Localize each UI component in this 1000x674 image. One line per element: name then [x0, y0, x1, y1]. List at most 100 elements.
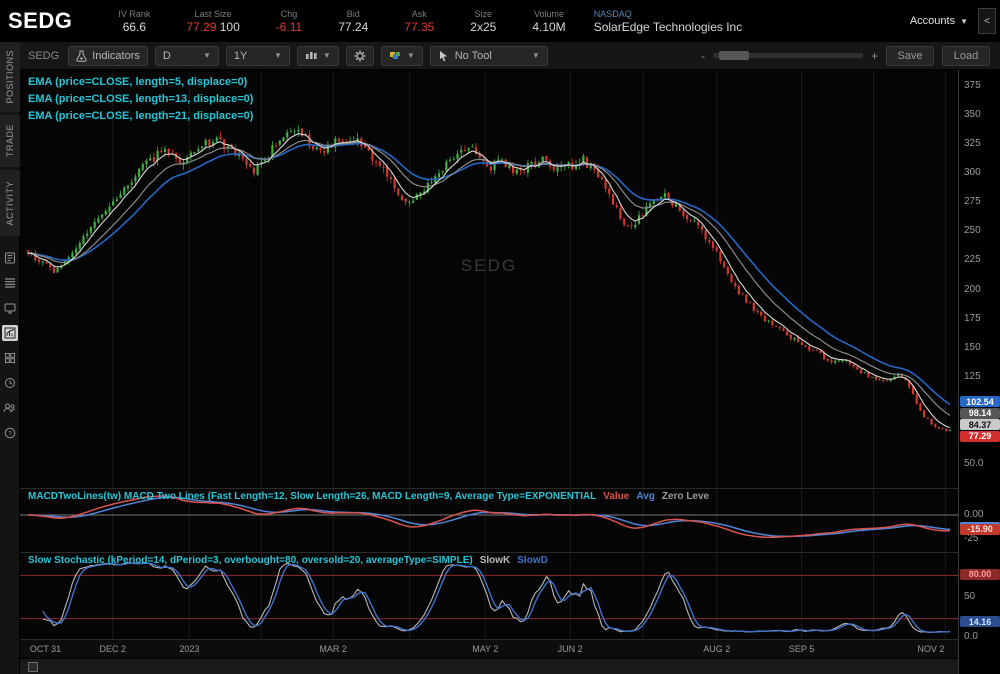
drawing-tool-dropdown[interactable]: No Tool ▼ — [430, 46, 548, 66]
monitor-icon[interactable] — [2, 300, 18, 316]
stochastic-study-label: Slow Stochastic (kPeriod=14, dPeriod=3, … — [28, 555, 548, 566]
sidebar-tab-trade[interactable]: TRADE — [0, 115, 20, 167]
price-tick: 225 — [964, 254, 981, 265]
stoch-legend-slowk: SlowK — [480, 555, 511, 566]
time-tick: MAY 2 — [472, 644, 498, 654]
quote-header: SEDG IV Rank66.6 Last Size77.29 100 Chg-6.… — [0, 0, 1000, 42]
trading-platform-window: SEDG IV Rank66.6 Last Size77.29 100 Chg-6.… — [0, 0, 1000, 674]
macd-legend-value: Value — [603, 491, 629, 502]
aggregation-dropdown[interactable]: D▼ — [155, 46, 219, 66]
price-tick: 275 — [964, 196, 981, 207]
macd-legend-zero: Zero Leve — [662, 491, 709, 502]
symbol-watermark: SEDG — [461, 256, 517, 276]
chart-settings-button[interactable] — [346, 46, 374, 66]
accounts-dropdown[interactable]: Accounts ▼ — [910, 15, 968, 27]
stoch-slowd-bubble: 14.16 — [960, 616, 1000, 627]
chevron-down-icon: ▼ — [203, 51, 211, 60]
stoch-legend-slowd: SlowD — [517, 555, 548, 566]
list-icon[interactable] — [2, 275, 18, 291]
time-axis[interactable]: OCT 31 DEC 2 2023 MAR 2 MAY 2 JUN 2 AUG 2 SEP 5… — [20, 639, 958, 658]
price-chart-area[interactable]: EMA (price=CLOSE, length=5, displace=0) … — [20, 70, 958, 488]
quote-stat-volume: Volume4.10M — [532, 8, 565, 34]
stoch-overbought-bubble: 80.00 — [960, 569, 1000, 580]
zoom-in-button[interactable]: + — [871, 49, 878, 63]
zoom-slider-handle[interactable] — [719, 51, 749, 60]
price-tick: 50.0 — [964, 458, 983, 469]
price-tick: 125 — [964, 371, 981, 382]
sidebar-tab-positions[interactable]: POSITIONS — [0, 42, 20, 112]
macd-value-bubble: -15.90 — [960, 524, 1000, 535]
price-bubble: 102.54 — [960, 396, 1000, 407]
time-tick: JUN 2 — [558, 644, 583, 654]
indicators-button[interactable]: Indicators — [68, 46, 148, 66]
history-clock-icon[interactable] — [2, 375, 18, 391]
quote-stat-chg: Chg-6.11 — [276, 8, 302, 34]
quote-stat-iv-rank: IV Rank66.6 — [118, 8, 150, 34]
time-tick: AUG 2 — [703, 644, 730, 654]
macd-legend-avg: Avg — [636, 491, 655, 502]
collapse-panel-button[interactable]: < — [978, 8, 996, 34]
macd-zero-tick: 0.00 — [964, 509, 983, 520]
quote-stat-ask: Ask77.35 — [404, 8, 434, 34]
price-tick: 300 — [964, 167, 981, 178]
stochastic-study-panel[interactable]: Slow Stochastic (kPeriod=14, dPeriod=3, … — [20, 552, 958, 639]
chart-icon[interactable] — [2, 325, 18, 341]
chevron-down-icon: ▼ — [274, 51, 282, 60]
macd-study-label: MACDTwoLines(tw) MACD Two Lines (Fast Le… — [28, 491, 709, 502]
left-sidebar: POSITIONS TRADE ACTIVITY ? — [0, 42, 20, 674]
quote-stat-size: Size2x25 — [470, 8, 496, 34]
range-dropdown[interactable]: 1Y▼ — [226, 46, 290, 66]
chevron-down-icon: ▼ — [407, 51, 415, 60]
price-tick: 200 — [964, 284, 981, 295]
save-button[interactable]: Save — [886, 46, 934, 66]
chart-type-dropdown[interactable]: ▼ — [297, 46, 339, 66]
stoch-low-tick: 0.0 — [964, 631, 978, 642]
help-icon[interactable]: ? — [2, 425, 18, 441]
price-tick: 375 — [964, 80, 981, 91]
price-axis[interactable]: 37535032530027525022520017515012550.0102… — [958, 70, 1000, 674]
chart-toolbar: SEDG Indicators D▼ 1Y▼ ▼ ▼ No Tool ▼ — [20, 42, 1000, 70]
time-tick: MAR 2 — [319, 644, 347, 654]
price-tick: 350 — [964, 109, 981, 120]
load-button[interactable]: Load — [942, 46, 990, 66]
time-tick: DEC 2 — [100, 644, 127, 654]
price-bubble: 77.29 — [960, 431, 1000, 442]
ema5-label: EMA (price=CLOSE, length=5, displace=0) — [28, 74, 253, 91]
price-bubble: 84.37 — [960, 419, 1000, 430]
sidebar-tab-activity[interactable]: ACTIVITY — [0, 170, 20, 236]
stoch-mid-tick: 50 — [964, 591, 975, 602]
zoom-out-button[interactable]: - — [701, 49, 705, 63]
quote-stats: IV Rank66.6 Last Size77.29 100 Chg-6.11 Bid… — [118, 8, 565, 34]
zoom-slider[interactable] — [713, 53, 863, 58]
price-bubble: 98.14 — [960, 408, 1000, 419]
quote-stat-bid: Bid77.24 — [338, 8, 368, 34]
chevron-down-icon: ▼ — [960, 17, 968, 26]
price-tick: 150 — [964, 342, 981, 353]
chevron-down-icon: ▼ — [323, 51, 331, 60]
notes-icon[interactable] — [2, 250, 18, 266]
panel-handle-icon[interactable] — [28, 662, 38, 672]
grid-icon[interactable] — [2, 350, 18, 366]
time-tick: SEP 5 — [789, 644, 814, 654]
toolbar-symbol-label: SEDG — [28, 50, 59, 62]
symbol-title: SEDG — [8, 8, 72, 34]
price-tick: 175 — [964, 313, 981, 324]
users-icon[interactable] — [2, 400, 18, 416]
ema21-label: EMA (price=CLOSE, length=21, displace=0) — [28, 108, 253, 125]
svg-text:?: ? — [8, 430, 12, 437]
chevron-down-icon: ▼ — [532, 51, 540, 60]
accounts-label: Accounts — [910, 15, 955, 27]
gear-icon — [354, 50, 366, 62]
time-tick: NOV 2 — [917, 644, 944, 654]
quote-stat-last-size: Last Size77.29 100 — [186, 8, 239, 34]
ema13-label: EMA (price=CLOSE, length=13, displace=0) — [28, 91, 253, 108]
time-tick: 2023 — [179, 644, 199, 654]
price-tick: 250 — [964, 225, 981, 236]
time-tick: OCT 31 — [30, 644, 61, 654]
company-info: NASDAQ SolarEdge Technologies Inc — [594, 8, 743, 34]
bottom-status-strip — [20, 658, 1000, 674]
cursor-icon — [438, 50, 449, 62]
macd-study-panel[interactable]: MACDTwoLines(tw) MACD Two Lines (Fast Le… — [20, 488, 958, 552]
drawings-dropdown[interactable]: ▼ — [381, 46, 423, 66]
candlestick-chart-icon — [305, 50, 318, 62]
